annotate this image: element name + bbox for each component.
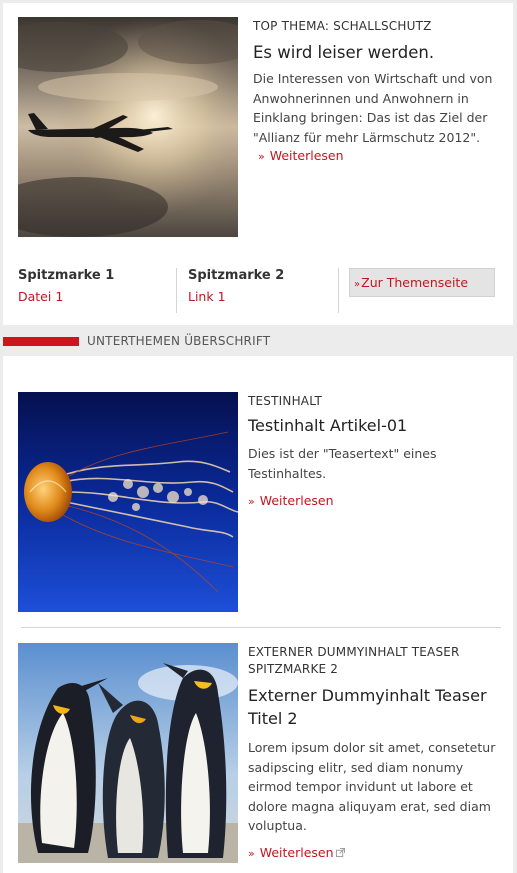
kicker-line: EXTERNER DUMMYINHALT TEASER	[248, 645, 460, 659]
body-line: "Allianz für mehr Lärmschutz 2012".	[253, 129, 481, 145]
article-read-more-link[interactable]: » Weiterlesen	[248, 493, 334, 508]
divider	[176, 268, 177, 313]
body-line: Lorem ipsum dolor sit amet, consetetur	[248, 740, 496, 755]
spitzmarke-link[interactable]: Link 1	[188, 289, 226, 304]
top-story-kicker: TOP THEMA: SCHALLSCHUTZ	[253, 19, 432, 33]
external-link-icon	[335, 848, 345, 857]
body-line: voluptua.	[248, 818, 307, 833]
jellyfish-image[interactable]	[18, 392, 238, 612]
spitzmarke-2: Spitzmarke 2 Link 1	[188, 268, 284, 313]
section-accent-bar	[3, 337, 79, 346]
article-kicker: EXTERNER DUMMYINHALT TEASER SPITZMARKE 2	[248, 644, 460, 678]
read-more-label: Weiterlesen	[259, 493, 334, 508]
subtopics-card: TESTINHALT Testinhalt Artikel-01 Dies is…	[3, 356, 513, 873]
kicker-line: SPITZMARKE 2	[248, 662, 339, 676]
article-read-more-link[interactable]: » Weiterlesen	[248, 845, 345, 860]
top-story-title[interactable]: Es wird leiser werden.	[253, 41, 434, 64]
article-title[interactable]: Testinhalt Artikel-01	[248, 414, 407, 437]
body-line: Dies ist der "Teasertext" eines	[248, 446, 437, 461]
chevron-right-icon: »	[248, 847, 255, 860]
chevron-right-icon: »	[248, 495, 255, 508]
body-line: dolore magna aliquyam erat, sed diam	[248, 798, 491, 814]
article-body: Lorem ipsum dolor sit amet, consetetur s…	[248, 738, 510, 836]
spitzmarke-label: Spitzmarke 1	[18, 268, 115, 283]
top-story-card: TOP THEMA: SCHALLSCHUTZ Es wird leiser w…	[3, 3, 513, 325]
spitzmarke-label: Spitzmarke 2	[188, 268, 285, 283]
theme-page-button[interactable]: »Zur Themenseite	[349, 268, 495, 297]
body-line: Anwohnerinnen und Anwohnern in	[253, 90, 469, 106]
read-more-label: Weiterlesen	[259, 845, 334, 860]
top-story-body: Die Interessen von Wirtschaft und von An…	[253, 69, 508, 147]
chevron-right-icon: »	[258, 150, 265, 163]
divider	[338, 268, 339, 313]
article-body: Dies ist der "Teasertext" eines Testinha…	[248, 444, 508, 483]
body-line: Einklang bringen: Das ist das Ziel der	[253, 110, 488, 125]
article-divider	[21, 627, 501, 628]
body-line: sadipscing elitr, sed diam nonumy	[248, 759, 464, 775]
penguins-image[interactable]	[18, 643, 238, 863]
body-line: eirmod tempor invidunt ut labore et	[248, 779, 473, 794]
title-line: Titel 2	[248, 709, 298, 728]
top-story-read-more-link[interactable]: » Weiterlesen	[258, 148, 344, 163]
section-title: UNTERTHEMEN ÜBERSCHRIFT	[87, 334, 271, 348]
article-title[interactable]: Externer Dummyinhalt Teaser Titel 2	[248, 684, 487, 730]
chevron-right-icon: »	[354, 279, 361, 290]
spitzmarke-link[interactable]: Datei 1	[18, 289, 63, 304]
title-line: Externer Dummyinhalt Teaser	[248, 686, 487, 705]
airplane-sunset-image[interactable]	[18, 17, 238, 237]
body-line: Die Interessen von Wirtschaft und von	[253, 71, 493, 86]
body-line: Testinhaltes.	[248, 465, 327, 481]
theme-page-label: Zur Themenseite	[361, 275, 469, 290]
article-kicker: TESTINHALT	[248, 394, 322, 408]
read-more-label: Weiterlesen	[269, 148, 344, 163]
spitzmarke-1: Spitzmarke 1 Datei 1	[18, 268, 114, 313]
